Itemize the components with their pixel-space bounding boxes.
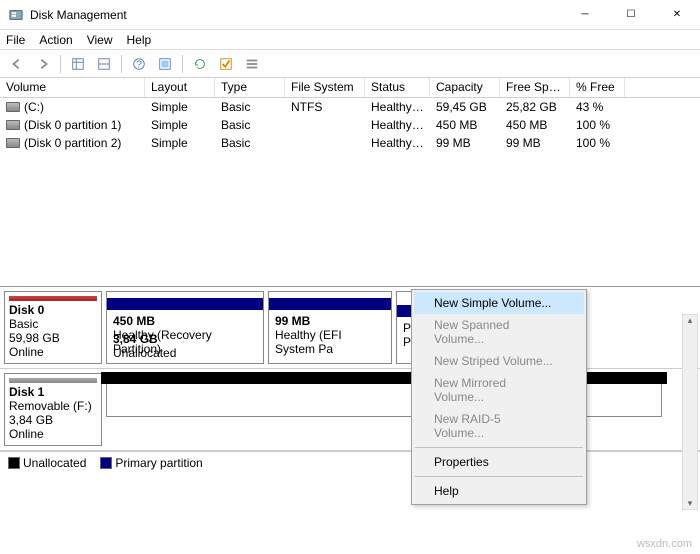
menu-view[interactable]: View [87,33,113,47]
toolbar: ? [0,50,700,78]
volume-list-header: Volume Layout Type File System Status Ca… [0,78,700,98]
maximize-button[interactable]: ☐ [608,0,654,29]
context-menu-item[interactable]: New Simple Volume... [414,292,584,314]
legend: Unallocated Primary partition [0,451,700,473]
legend-unallocated: Unallocated [8,456,86,470]
col-layout[interactable]: Layout [145,78,215,97]
col-capacity[interactable]: Capacity [430,78,500,97]
col-free[interactable]: Free Spa... [500,78,570,97]
context-menu: New Simple Volume...New Spanned Volume..… [411,289,587,505]
menubar: File Action View Help [0,30,700,50]
scroll-up-icon[interactable]: ▴ [688,315,693,326]
menu-help[interactable]: Help [127,33,152,47]
context-menu-item: New Mirrored Volume... [414,372,584,408]
legend-primary: Primary partition [100,456,202,470]
col-filesystem[interactable]: File System [285,78,365,97]
volume-row[interactable]: (Disk 0 partition 2)SimpleBasicHealthy (… [0,134,700,152]
close-button[interactable]: ✕ [654,0,700,29]
col-type[interactable]: Type [215,78,285,97]
menu-file[interactable]: File [6,33,25,47]
disk-map: Disk 0Basic59,98 GBOnline450 MBHealthy (… [0,286,700,451]
col-pctfree[interactable]: % Free [570,78,625,97]
col-extra [625,78,700,97]
watermark: wsxdn.com [637,538,692,550]
toolbar-view1-icon[interactable] [67,53,89,75]
svg-text:?: ? [136,58,142,70]
app-icon [8,7,24,23]
context-menu-item[interactable]: Properties [414,451,584,473]
back-button[interactable] [6,53,28,75]
col-status[interactable]: Status [365,78,430,97]
drive-icon [6,120,20,130]
disk-label[interactable]: Disk 0Basic59,98 GBOnline [4,291,102,364]
toolbar-settings-icon[interactable] [154,53,176,75]
toolbar-list-icon[interactable] [241,53,263,75]
drive-icon [6,102,20,112]
disk-label[interactable]: Disk 1Removable (F:)3,84 GBOnline [4,373,102,446]
volume-row[interactable]: (Disk 0 partition 1)SimpleBasicHealthy (… [0,116,700,134]
disk-scrollbar[interactable]: ▴ ▾ [682,314,698,510]
context-menu-item[interactable]: Help [414,480,584,502]
titlebar: Disk Management ─ ☐ ✕ [0,0,700,30]
forward-button[interactable] [32,53,54,75]
volume-row[interactable]: (C:)SimpleBasicNTFSHealthy (B...59,45 GB… [0,98,700,116]
context-menu-item: New Striped Volume... [414,350,584,372]
context-menu-item: New Spanned Volume... [414,314,584,350]
volume-list: (C:)SimpleBasicNTFSHealthy (B...59,45 GB… [0,98,700,286]
scroll-down-icon[interactable]: ▾ [688,498,693,509]
col-volume[interactable]: Volume [0,78,145,97]
toolbar-view2-icon[interactable] [93,53,115,75]
window-title: Disk Management [30,8,562,22]
context-menu-item: New RAID-5 Volume... [414,408,584,444]
refresh-icon[interactable] [189,53,211,75]
disk-row: Disk 1Removable (F:)3,84 GBOnline3,84 GB… [0,369,700,451]
check-icon[interactable] [215,53,237,75]
menu-action[interactable]: Action [39,33,72,47]
drive-icon [6,138,20,148]
minimize-button[interactable]: ─ [562,0,608,29]
help-icon[interactable]: ? [128,53,150,75]
